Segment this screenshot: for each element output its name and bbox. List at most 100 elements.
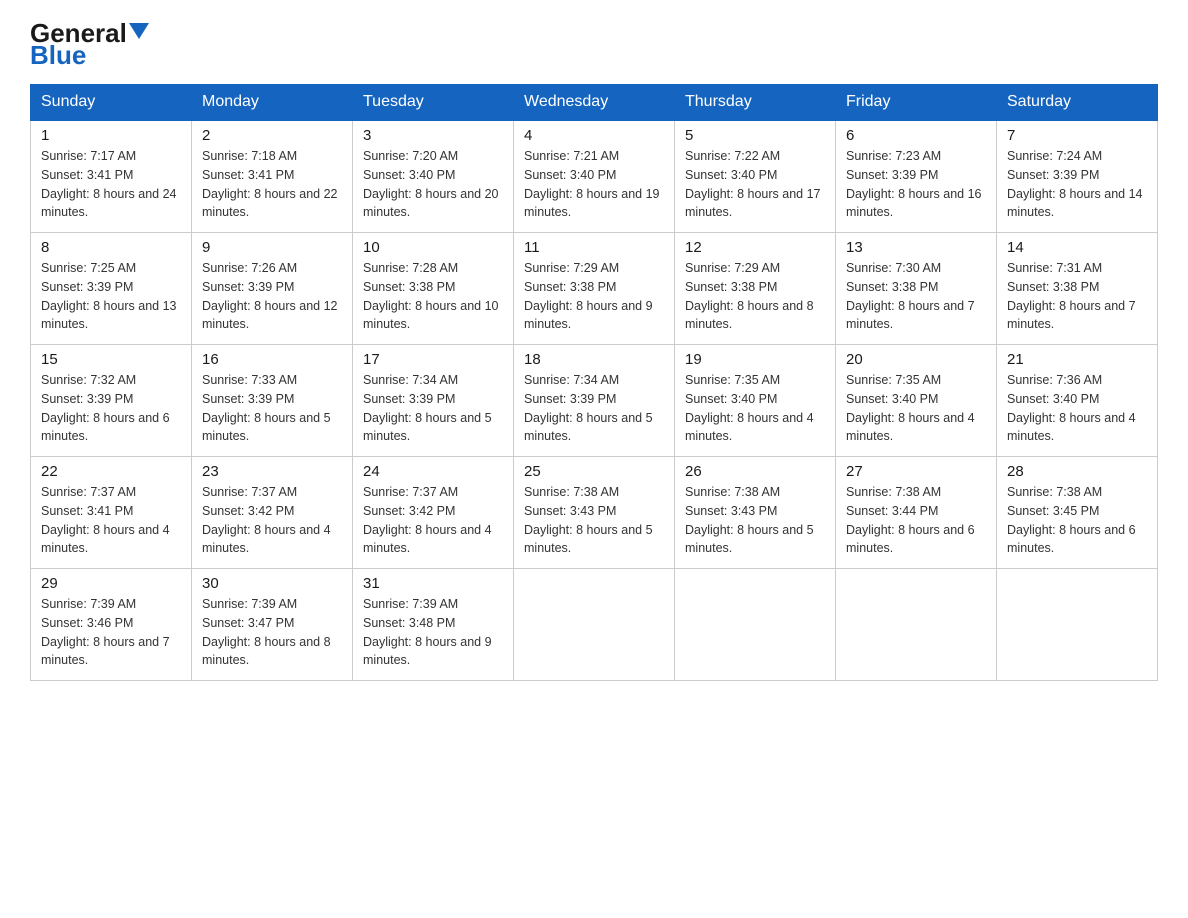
- day-info: Sunrise: 7:20 AMSunset: 3:40 PMDaylight:…: [363, 147, 503, 222]
- day-number: 21: [1007, 351, 1147, 368]
- day-number: 18: [524, 351, 664, 368]
- calendar-week-row: 15 Sunrise: 7:32 AMSunset: 3:39 PMDaylig…: [31, 345, 1158, 457]
- calendar-cell: 14 Sunrise: 7:31 AMSunset: 3:38 PMDaylig…: [997, 233, 1158, 345]
- calendar-cell: [997, 569, 1158, 681]
- day-number: 5: [685, 127, 825, 144]
- calendar-week-row: 22 Sunrise: 7:37 AMSunset: 3:41 PMDaylig…: [31, 457, 1158, 569]
- day-info: Sunrise: 7:38 AMSunset: 3:44 PMDaylight:…: [846, 483, 986, 558]
- day-number: 1: [41, 127, 181, 144]
- day-info: Sunrise: 7:38 AMSunset: 3:43 PMDaylight:…: [685, 483, 825, 558]
- day-number: 12: [685, 239, 825, 256]
- col-header-friday: Friday: [836, 85, 997, 121]
- col-header-sunday: Sunday: [31, 85, 192, 121]
- calendar-cell: 15 Sunrise: 7:32 AMSunset: 3:39 PMDaylig…: [31, 345, 192, 457]
- day-number: 16: [202, 351, 342, 368]
- day-info: Sunrise: 7:33 AMSunset: 3:39 PMDaylight:…: [202, 371, 342, 446]
- calendar-cell: 13 Sunrise: 7:30 AMSunset: 3:38 PMDaylig…: [836, 233, 997, 345]
- calendar-cell: 1 Sunrise: 7:17 AMSunset: 3:41 PMDayligh…: [31, 120, 192, 233]
- day-info: Sunrise: 7:36 AMSunset: 3:40 PMDaylight:…: [1007, 371, 1147, 446]
- day-info: Sunrise: 7:22 AMSunset: 3:40 PMDaylight:…: [685, 147, 825, 222]
- calendar-cell: 3 Sunrise: 7:20 AMSunset: 3:40 PMDayligh…: [353, 120, 514, 233]
- day-info: Sunrise: 7:17 AMSunset: 3:41 PMDaylight:…: [41, 147, 181, 222]
- calendar-cell: [836, 569, 997, 681]
- day-info: Sunrise: 7:35 AMSunset: 3:40 PMDaylight:…: [685, 371, 825, 446]
- calendar-cell: 22 Sunrise: 7:37 AMSunset: 3:41 PMDaylig…: [31, 457, 192, 569]
- col-header-monday: Monday: [192, 85, 353, 121]
- calendar-cell: 5 Sunrise: 7:22 AMSunset: 3:40 PMDayligh…: [675, 120, 836, 233]
- day-number: 13: [846, 239, 986, 256]
- calendar-cell: 10 Sunrise: 7:28 AMSunset: 3:38 PMDaylig…: [353, 233, 514, 345]
- day-number: 28: [1007, 463, 1147, 480]
- day-info: Sunrise: 7:30 AMSunset: 3:38 PMDaylight:…: [846, 259, 986, 334]
- day-info: Sunrise: 7:32 AMSunset: 3:39 PMDaylight:…: [41, 371, 181, 446]
- day-info: Sunrise: 7:31 AMSunset: 3:38 PMDaylight:…: [1007, 259, 1147, 334]
- day-info: Sunrise: 7:29 AMSunset: 3:38 PMDaylight:…: [685, 259, 825, 334]
- calendar-cell: 29 Sunrise: 7:39 AMSunset: 3:46 PMDaylig…: [31, 569, 192, 681]
- calendar-cell: 25 Sunrise: 7:38 AMSunset: 3:43 PMDaylig…: [514, 457, 675, 569]
- calendar-cell: 20 Sunrise: 7:35 AMSunset: 3:40 PMDaylig…: [836, 345, 997, 457]
- calendar-cell: 9 Sunrise: 7:26 AMSunset: 3:39 PMDayligh…: [192, 233, 353, 345]
- day-number: 17: [363, 351, 503, 368]
- calendar-cell: 12 Sunrise: 7:29 AMSunset: 3:38 PMDaylig…: [675, 233, 836, 345]
- day-info: Sunrise: 7:34 AMSunset: 3:39 PMDaylight:…: [363, 371, 503, 446]
- calendar-cell: 4 Sunrise: 7:21 AMSunset: 3:40 PMDayligh…: [514, 120, 675, 233]
- day-info: Sunrise: 7:38 AMSunset: 3:45 PMDaylight:…: [1007, 483, 1147, 558]
- calendar-table: SundayMondayTuesdayWednesdayThursdayFrid…: [30, 84, 1158, 681]
- day-info: Sunrise: 7:39 AMSunset: 3:46 PMDaylight:…: [41, 595, 181, 670]
- calendar-cell: 28 Sunrise: 7:38 AMSunset: 3:45 PMDaylig…: [997, 457, 1158, 569]
- day-info: Sunrise: 7:26 AMSunset: 3:39 PMDaylight:…: [202, 259, 342, 334]
- col-header-thursday: Thursday: [675, 85, 836, 121]
- day-number: 23: [202, 463, 342, 480]
- day-number: 24: [363, 463, 503, 480]
- calendar-cell: 18 Sunrise: 7:34 AMSunset: 3:39 PMDaylig…: [514, 345, 675, 457]
- day-info: Sunrise: 7:21 AMSunset: 3:40 PMDaylight:…: [524, 147, 664, 222]
- calendar-cell: 30 Sunrise: 7:39 AMSunset: 3:47 PMDaylig…: [192, 569, 353, 681]
- calendar-cell: 26 Sunrise: 7:38 AMSunset: 3:43 PMDaylig…: [675, 457, 836, 569]
- calendar-cell: 24 Sunrise: 7:37 AMSunset: 3:42 PMDaylig…: [353, 457, 514, 569]
- day-number: 14: [1007, 239, 1147, 256]
- col-header-wednesday: Wednesday: [514, 85, 675, 121]
- calendar-cell: 19 Sunrise: 7:35 AMSunset: 3:40 PMDaylig…: [675, 345, 836, 457]
- day-number: 10: [363, 239, 503, 256]
- day-info: Sunrise: 7:35 AMSunset: 3:40 PMDaylight:…: [846, 371, 986, 446]
- day-number: 2: [202, 127, 342, 144]
- calendar-cell: 16 Sunrise: 7:33 AMSunset: 3:39 PMDaylig…: [192, 345, 353, 457]
- day-info: Sunrise: 7:37 AMSunset: 3:41 PMDaylight:…: [41, 483, 181, 558]
- day-info: Sunrise: 7:25 AMSunset: 3:39 PMDaylight:…: [41, 259, 181, 334]
- day-number: 4: [524, 127, 664, 144]
- logo-blue-text: Blue: [30, 42, 149, 68]
- day-info: Sunrise: 7:34 AMSunset: 3:39 PMDaylight:…: [524, 371, 664, 446]
- day-info: Sunrise: 7:23 AMSunset: 3:39 PMDaylight:…: [846, 147, 986, 222]
- calendar-cell: 17 Sunrise: 7:34 AMSunset: 3:39 PMDaylig…: [353, 345, 514, 457]
- day-number: 27: [846, 463, 986, 480]
- day-number: 7: [1007, 127, 1147, 144]
- logo-triangle-icon: [129, 23, 149, 39]
- calendar-cell: 7 Sunrise: 7:24 AMSunset: 3:39 PMDayligh…: [997, 120, 1158, 233]
- day-number: 31: [363, 575, 503, 592]
- day-number: 30: [202, 575, 342, 592]
- day-info: Sunrise: 7:29 AMSunset: 3:38 PMDaylight:…: [524, 259, 664, 334]
- day-info: Sunrise: 7:24 AMSunset: 3:39 PMDaylight:…: [1007, 147, 1147, 222]
- day-number: 25: [524, 463, 664, 480]
- day-number: 20: [846, 351, 986, 368]
- day-info: Sunrise: 7:38 AMSunset: 3:43 PMDaylight:…: [524, 483, 664, 558]
- calendar-cell: 2 Sunrise: 7:18 AMSunset: 3:41 PMDayligh…: [192, 120, 353, 233]
- day-number: 11: [524, 239, 664, 256]
- day-number: 29: [41, 575, 181, 592]
- calendar-cell: 23 Sunrise: 7:37 AMSunset: 3:42 PMDaylig…: [192, 457, 353, 569]
- day-number: 9: [202, 239, 342, 256]
- calendar-cell: 27 Sunrise: 7:38 AMSunset: 3:44 PMDaylig…: [836, 457, 997, 569]
- day-number: 15: [41, 351, 181, 368]
- day-number: 6: [846, 127, 986, 144]
- day-info: Sunrise: 7:37 AMSunset: 3:42 PMDaylight:…: [363, 483, 503, 558]
- calendar-week-row: 29 Sunrise: 7:39 AMSunset: 3:46 PMDaylig…: [31, 569, 1158, 681]
- page-header: General Blue: [30, 20, 1158, 68]
- day-number: 22: [41, 463, 181, 480]
- calendar-week-row: 1 Sunrise: 7:17 AMSunset: 3:41 PMDayligh…: [31, 120, 1158, 233]
- calendar-header-row: SundayMondayTuesdayWednesdayThursdayFrid…: [31, 85, 1158, 121]
- calendar-week-row: 8 Sunrise: 7:25 AMSunset: 3:39 PMDayligh…: [31, 233, 1158, 345]
- day-number: 8: [41, 239, 181, 256]
- day-info: Sunrise: 7:39 AMSunset: 3:48 PMDaylight:…: [363, 595, 503, 670]
- col-header-tuesday: Tuesday: [353, 85, 514, 121]
- day-info: Sunrise: 7:28 AMSunset: 3:38 PMDaylight:…: [363, 259, 503, 334]
